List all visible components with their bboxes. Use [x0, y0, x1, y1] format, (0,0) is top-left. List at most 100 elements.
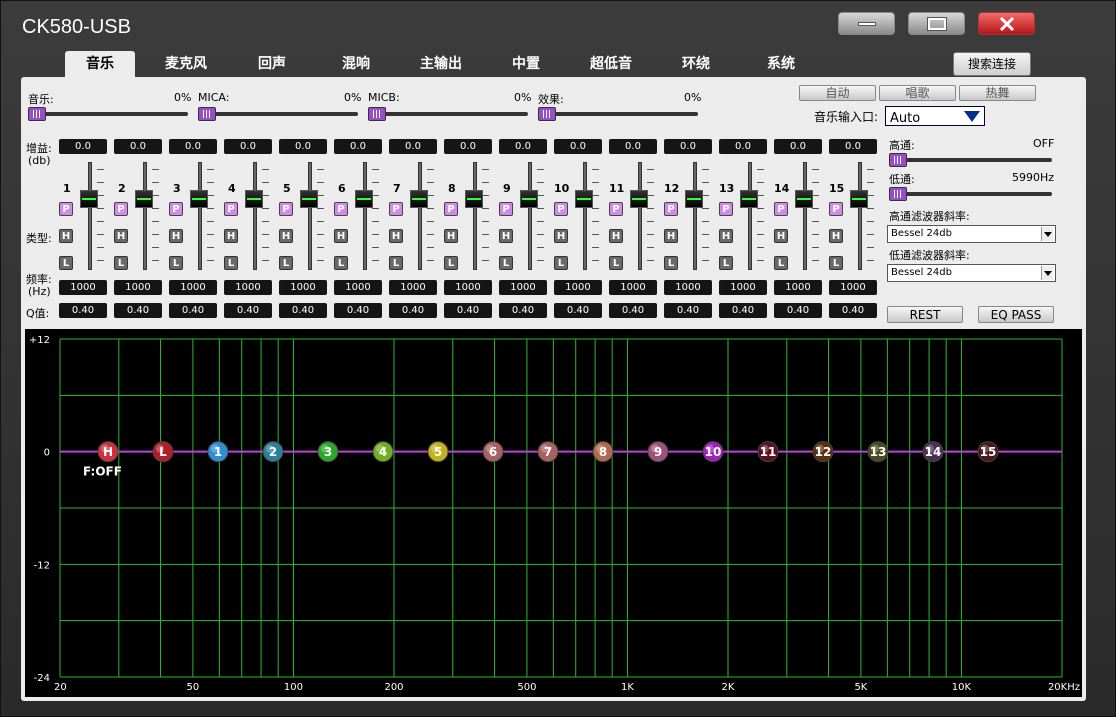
band-gain-value[interactable]: 0.0 — [499, 139, 547, 154]
band-type-h-button[interactable]: H — [774, 229, 788, 243]
band-gain-slider[interactable] — [363, 162, 367, 270]
band-type-p-button[interactable]: P — [279, 202, 293, 216]
band-freq-value[interactable]: 1000 — [334, 280, 382, 295]
hp-slope-select[interactable]: Bessel 24db — [887, 225, 1056, 243]
band-type-p-button[interactable]: P — [774, 202, 788, 216]
band-freq-value[interactable]: 1000 — [719, 280, 767, 295]
eq-response-graph[interactable]: +12 0 -12 -24 20 50 100 200 500 1K 2K 5K 10K 20KHz H L 1… — [25, 329, 1082, 697]
band-q-value[interactable]: 0.40 — [609, 303, 657, 318]
band-type-l-button[interactable]: L — [664, 256, 678, 270]
lp-slope-select[interactable]: Bessel 24db — [887, 264, 1056, 282]
tab-7[interactable]: 环绕 — [661, 51, 731, 77]
band-type-l-button[interactable]: L — [279, 256, 293, 270]
band-freq-value[interactable]: 1000 — [224, 280, 272, 295]
band-type-p-button[interactable]: P — [59, 202, 73, 216]
band-type-p-button[interactable]: P — [444, 202, 458, 216]
tab-8[interactable]: 系统 — [746, 51, 816, 77]
band-type-h-button[interactable]: H — [499, 229, 513, 243]
band-type-l-button[interactable]: L — [774, 256, 788, 270]
music-input-select[interactable]: Auto — [885, 106, 985, 126]
band-q-value[interactable]: 0.40 — [774, 303, 822, 318]
search-connect-button[interactable]: 搜索连接 — [953, 52, 1031, 76]
band-type-p-button[interactable]: P — [719, 202, 733, 216]
band-q-value[interactable]: 0.40 — [499, 303, 547, 318]
band-type-h-button[interactable]: H — [59, 229, 73, 243]
band-gain-slider-thumb[interactable] — [850, 190, 868, 208]
maximize-button[interactable] — [908, 12, 965, 35]
band-gain-value[interactable]: 0.0 — [389, 139, 437, 154]
band-freq-value[interactable]: 1000 — [114, 280, 162, 295]
tab-6[interactable]: 超低音 — [576, 51, 646, 77]
band-gain-value[interactable]: 0.0 — [279, 139, 327, 154]
band-type-h-button[interactable]: H — [334, 229, 348, 243]
band-gain-value[interactable]: 0.0 — [554, 139, 602, 154]
band-gain-slider[interactable] — [198, 162, 202, 270]
tab-5[interactable]: 中置 — [491, 51, 561, 77]
band-freq-value[interactable]: 1000 — [169, 280, 217, 295]
band-gain-slider-thumb[interactable] — [300, 190, 318, 208]
band-gain-slider[interactable] — [418, 162, 422, 270]
band-gain-slider[interactable] — [858, 162, 862, 270]
band-gain-slider[interactable] — [308, 162, 312, 270]
band-type-h-button[interactable]: H — [554, 229, 568, 243]
band-q-value[interactable]: 0.40 — [334, 303, 382, 318]
band-type-p-button[interactable]: P — [169, 202, 183, 216]
band-type-l-button[interactable]: L — [499, 256, 513, 270]
band-gain-slider-thumb[interactable] — [685, 190, 703, 208]
eq-marker[interactable]: 9 — [647, 441, 669, 463]
band-gain-slider-thumb[interactable] — [135, 190, 153, 208]
band-type-h-button[interactable]: H — [224, 229, 238, 243]
eq-marker[interactable]: 14 — [922, 441, 944, 463]
band-type-l-button[interactable]: L — [169, 256, 183, 270]
band-type-p-button[interactable]: P — [499, 202, 513, 216]
eq-pass-button[interactable]: EQ PASS — [978, 306, 1054, 323]
tab-3[interactable]: 混响 — [321, 51, 391, 77]
band-gain-slider-thumb[interactable] — [465, 190, 483, 208]
eq-marker[interactable]: 8 — [592, 441, 614, 463]
volume-slider-3[interactable] — [538, 107, 698, 121]
tab-4[interactable]: 主输出 — [406, 51, 476, 77]
band-type-l-button[interactable]: L — [224, 256, 238, 270]
band-type-l-button[interactable]: L — [59, 256, 73, 270]
band-gain-slider-thumb[interactable] — [410, 190, 428, 208]
band-gain-slider-thumb[interactable] — [80, 190, 98, 208]
band-freq-value[interactable]: 1000 — [59, 280, 107, 295]
band-freq-value[interactable]: 1000 — [279, 280, 327, 295]
band-gain-slider-thumb[interactable] — [575, 190, 593, 208]
band-type-p-button[interactable]: P — [609, 202, 623, 216]
band-type-l-button[interactable]: L — [114, 256, 128, 270]
band-freq-value[interactable]: 1000 — [444, 280, 492, 295]
band-gain-value[interactable]: 0.0 — [334, 139, 382, 154]
volume-slider-2[interactable] — [368, 107, 528, 121]
tab-0[interactable]: 音乐 — [65, 51, 135, 79]
band-freq-value[interactable]: 1000 — [499, 280, 547, 295]
volume-slider-1[interactable] — [198, 107, 358, 121]
band-type-h-button[interactable]: H — [444, 229, 458, 243]
band-freq-value[interactable]: 1000 — [389, 280, 437, 295]
band-type-l-button[interactable]: L — [334, 256, 348, 270]
band-q-value[interactable]: 0.40 — [389, 303, 437, 318]
band-gain-slider[interactable] — [583, 162, 587, 270]
band-gain-slider[interactable] — [253, 162, 257, 270]
band-freq-value[interactable]: 1000 — [609, 280, 657, 295]
eq-marker[interactable]: 5 — [427, 441, 449, 463]
eq-marker[interactable]: 7 — [537, 441, 559, 463]
band-type-h-button[interactable]: H — [114, 229, 128, 243]
band-gain-slider[interactable] — [88, 162, 92, 270]
band-type-l-button[interactable]: L — [719, 256, 733, 270]
eq-marker[interactable]: 13 — [867, 441, 889, 463]
band-freq-value[interactable]: 1000 — [554, 280, 602, 295]
eq-marker[interactable]: 2 — [262, 441, 284, 463]
band-gain-slider-thumb[interactable] — [355, 190, 373, 208]
eq-marker[interactable]: H — [97, 441, 119, 463]
volume-slider-thumb-3[interactable] — [538, 107, 556, 121]
band-type-p-button[interactable]: P — [114, 202, 128, 216]
band-gain-value[interactable]: 0.0 — [114, 139, 162, 154]
band-q-value[interactable]: 0.40 — [279, 303, 327, 318]
eq-marker[interactable]: 12 — [812, 441, 834, 463]
band-q-value[interactable]: 0.40 — [59, 303, 107, 318]
band-type-h-button[interactable]: H — [389, 229, 403, 243]
band-freq-value[interactable]: 1000 — [829, 280, 877, 295]
band-gain-slider[interactable] — [473, 162, 477, 270]
highpass-slider[interactable] — [889, 153, 1052, 167]
